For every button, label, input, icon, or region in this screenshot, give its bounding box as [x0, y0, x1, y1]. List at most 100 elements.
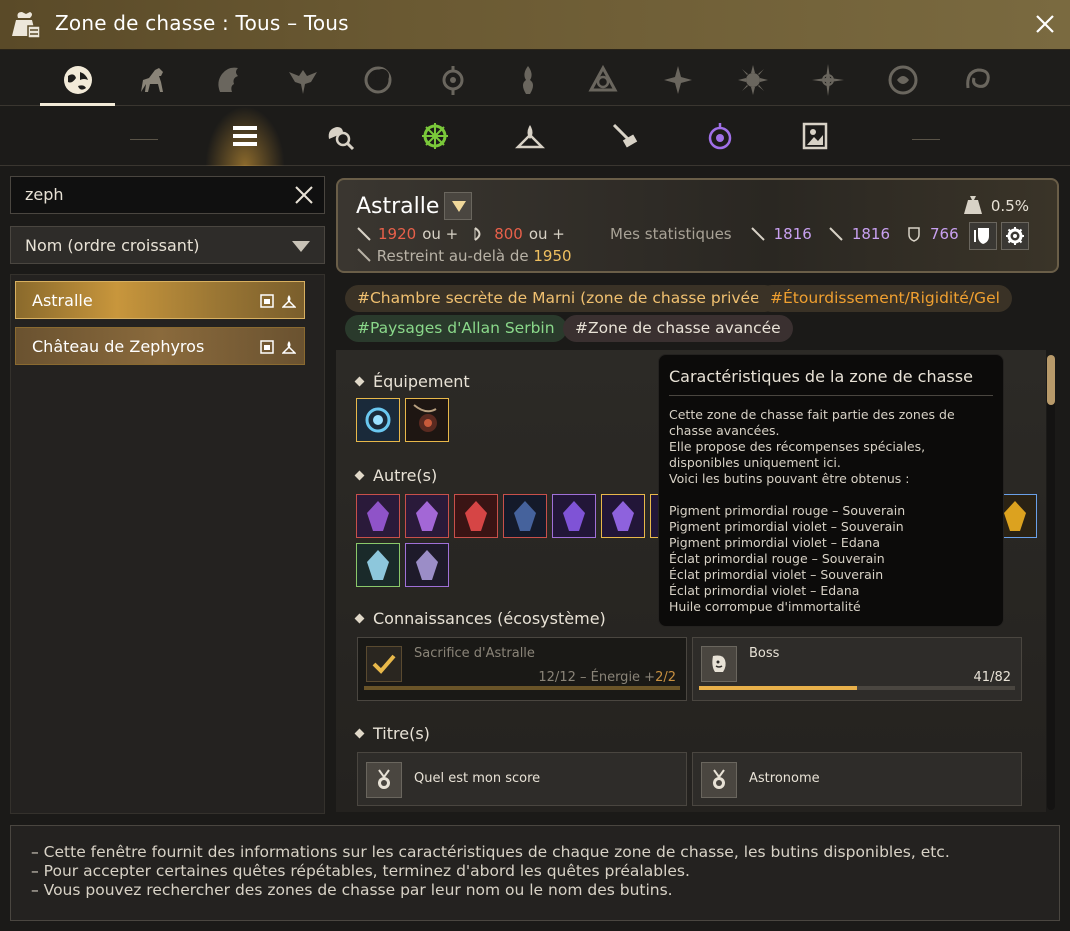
title-card[interactable]: Quel est mon score — [357, 752, 687, 806]
knowledge-progress-text: 12/12 – Énergie + — [538, 670, 656, 685]
knowledge-progress: 12/12 – Énergie +2/2 — [538, 670, 676, 685]
tab-amulet[interactable] — [415, 56, 490, 104]
knowledge-card[interactable]: Sacrifice d'Astralle 12/12 – Énergie +2/… — [357, 637, 687, 701]
elixir-vial-icon — [357, 544, 399, 586]
drop-rate-value: 0.5% — [990, 197, 1029, 215]
tab-crescent[interactable] — [340, 56, 415, 104]
zone-tag[interactable]: #Paysages d'Allan Serbin — [345, 315, 567, 342]
loot-item[interactable] — [405, 543, 449, 587]
tab-lion[interactable] — [190, 56, 265, 104]
loot-item[interactable] — [356, 494, 400, 538]
diamond-bullet-icon — [354, 470, 365, 481]
section-equipment-title: Équipement — [373, 372, 470, 391]
diamond-bullet-icon — [354, 376, 365, 387]
title-card[interactable]: Astronome — [692, 752, 1022, 806]
zone-list-item-label: Astralle — [32, 291, 93, 310]
circle-sigil-icon — [888, 65, 917, 95]
tooltip-divider — [669, 395, 993, 396]
close-button[interactable] — [1032, 10, 1058, 38]
tab-horse[interactable] — [115, 56, 190, 104]
aap-required: 800 — [494, 225, 523, 243]
portrait-icon — [260, 294, 274, 308]
loot-item[interactable] — [601, 494, 645, 538]
section-knowledge: Connaissances (écosystème) — [354, 609, 606, 628]
swirl-icon — [965, 68, 990, 89]
bow-icon — [474, 227, 481, 241]
diamond-bullet-icon — [354, 728, 365, 739]
sword-icon — [357, 248, 371, 262]
tab-circle-sigil[interactable] — [865, 56, 940, 104]
scrollbar-thumb[interactable] — [1047, 355, 1055, 405]
tab-all-regions[interactable] — [40, 56, 115, 106]
winged-crest-icon — [288, 70, 317, 94]
section-titles: Titre(s) — [354, 724, 430, 743]
list-icon — [233, 126, 257, 146]
defense-toggle-button[interactable] — [969, 222, 997, 250]
ap-required: 1920 — [378, 225, 417, 243]
tooltip-line — [669, 487, 999, 503]
subtab-gear[interactable] — [415, 116, 455, 156]
tooltip-line: Éclat primordial violet – Souverain — [669, 567, 884, 582]
subtab-scroll-sword[interactable] — [605, 116, 645, 156]
knowledge-progress-fill — [364, 686, 680, 690]
tab-compass-star[interactable] — [640, 56, 715, 104]
drop-rate: 0.5% — [962, 194, 1029, 216]
dark-amulet-icon — [406, 399, 448, 441]
help-line: – Vous pouvez rechercher des zones de ch… — [31, 881, 673, 899]
red-pouch-icon — [455, 495, 497, 537]
tab-flame-totem[interactable] — [490, 56, 565, 104]
loot-item[interactable] — [503, 494, 547, 538]
subtab-list[interactable] — [225, 116, 265, 156]
subtab-lantern[interactable] — [700, 116, 740, 156]
equipment-item[interactable] — [405, 398, 449, 442]
subtab-camp[interactable] — [510, 116, 550, 156]
tooltip-line: Éclat primordial violet – Edana — [669, 583, 860, 598]
loot-item[interactable] — [454, 494, 498, 538]
my-dp-value: 766 — [930, 225, 959, 243]
clear-search-icon[interactable] — [292, 183, 316, 207]
my-stats: Mes statistiques 1816 1816 766 — [610, 225, 959, 243]
zone-dropdown-button[interactable] — [444, 192, 472, 220]
title-name: Astronome — [749, 771, 820, 786]
zone-tag[interactable]: #Étourdissement/Rigidité/Gel — [758, 285, 1012, 312]
search-input[interactable] — [25, 185, 275, 204]
search-box — [10, 176, 325, 214]
triquetra-icon — [587, 64, 618, 92]
dp-or-more: ou + — [528, 225, 565, 243]
my-aap-value: 1816 — [851, 225, 891, 243]
scroll-sword-icon — [612, 123, 638, 148]
tooltip-line: Pigment primordial violet – Edana — [669, 535, 880, 550]
help-footer: – Cette fenêtre fournit des informations… — [10, 825, 1060, 921]
tab-triquetra[interactable] — [565, 56, 640, 104]
sort-dropdown[interactable]: Nom (ordre croissant) — [10, 226, 325, 264]
tab-swirl[interactable] — [940, 56, 1015, 104]
zone-tag[interactable]: #Zone de chasse avancée — [563, 315, 793, 342]
tab-winged-crest[interactable] — [265, 56, 340, 104]
search-loot-icon — [328, 127, 355, 151]
zone-tag[interactable]: #Chambre secrète de Marni (zone de chass… — [345, 285, 778, 312]
tooltip-line: Éclat primordial rouge – Souverain — [669, 551, 885, 566]
loot-item[interactable] — [552, 494, 596, 538]
section-knowledge-title: Connaissances (écosystème) — [373, 609, 606, 628]
loot-item[interactable] — [405, 494, 449, 538]
title-name: Quel est mon score — [414, 771, 541, 786]
content-scrollbar[interactable] — [1047, 355, 1055, 810]
section-other: Autre(s) — [354, 466, 437, 485]
purple-lantern-icon — [708, 123, 732, 150]
tab-radiant-star[interactable] — [790, 56, 865, 104]
settings-button[interactable] — [1001, 222, 1029, 250]
zone-list-item[interactable]: Astralle — [15, 281, 305, 319]
zone-list-item[interactable]: Château de Zephyros — [15, 327, 305, 365]
tab-sun-star[interactable] — [715, 56, 790, 104]
equipment-item[interactable] — [356, 398, 400, 442]
subtab-loot-search[interactable] — [320, 116, 360, 156]
loot-item[interactable] — [356, 543, 400, 587]
zone-list: Astralle Château de Zephyros — [10, 274, 325, 814]
tooltip-line: Huile corrompue d'immortalité — [669, 599, 861, 614]
knowledge-card[interactable]: Boss 41/82 — [692, 637, 1022, 701]
subtab-portrait[interactable] — [795, 116, 835, 156]
tooltip-line: Pigment primordial rouge – Souverain — [669, 503, 906, 518]
tooltip-title: Caractéristiques de la zone de chasse — [669, 367, 973, 386]
knowledge-progress: 41/82 — [973, 670, 1011, 685]
sub-tabs — [0, 106, 1070, 166]
